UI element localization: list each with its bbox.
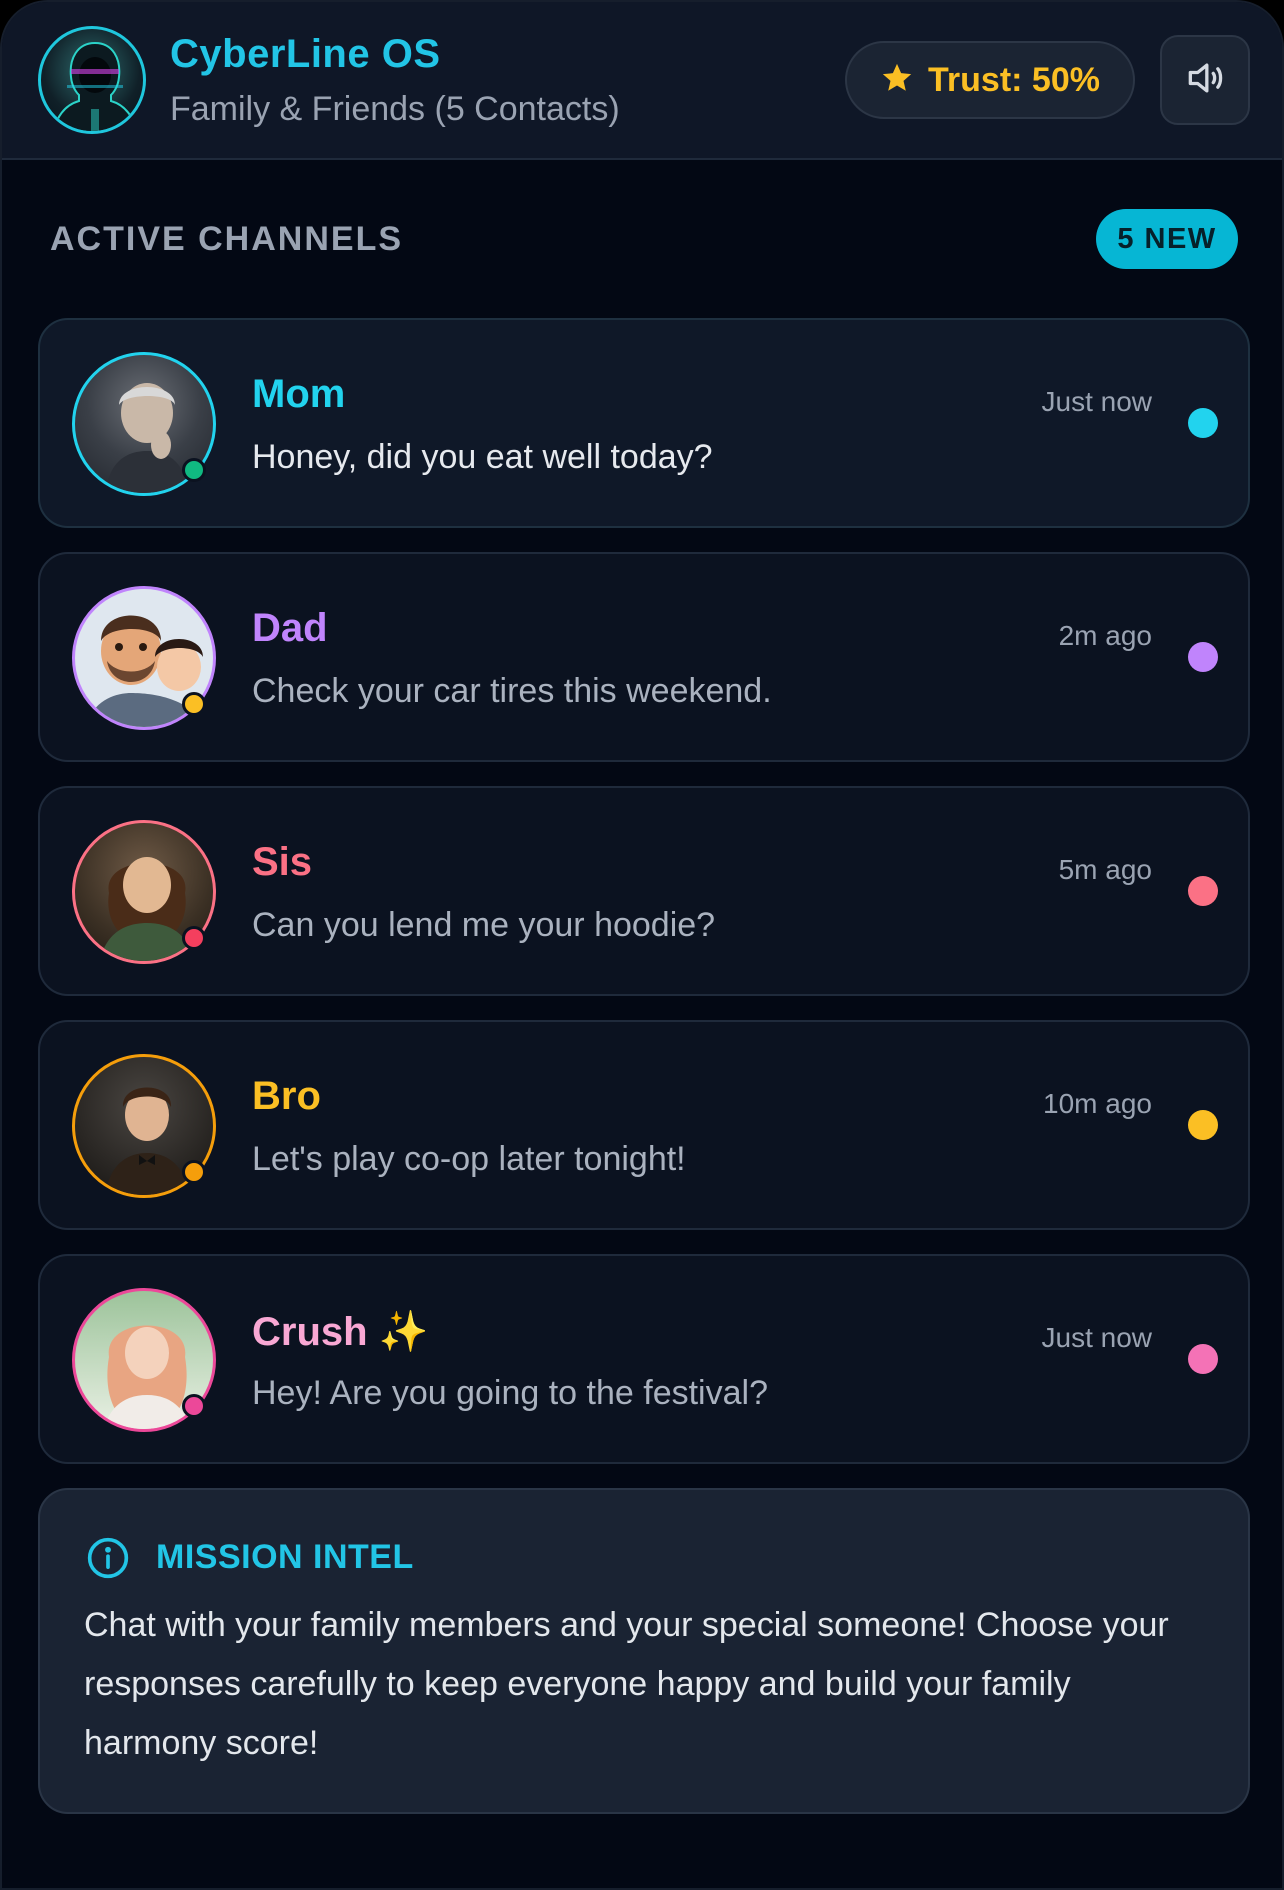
- unread-indicator: [1188, 1110, 1218, 1140]
- star-icon: [880, 61, 914, 100]
- info-icon: [86, 1536, 130, 1585]
- message-preview: Check your car tires this weekend.: [252, 672, 772, 710]
- unread-indicator: [1188, 876, 1218, 906]
- app-title: CyberLine OS: [170, 32, 441, 76]
- sound-toggle-button[interactable]: [1160, 35, 1250, 125]
- message-preview: Honey, did you eat well today?: [252, 438, 713, 476]
- online-status-dot: [182, 1394, 206, 1418]
- contact-name: Mom: [252, 372, 346, 416]
- message-time: 2m ago: [1058, 620, 1152, 651]
- contact-card-mom[interactable]: Mom Honey, did you eat well today? Just …: [38, 318, 1250, 528]
- contact-name: Crush ✨: [252, 1310, 429, 1354]
- speaker-icon: [1183, 56, 1227, 105]
- message-preview: Can you lend me your hoodie?: [252, 906, 716, 944]
- contact-name: Bro: [252, 1074, 321, 1118]
- contact-name: Dad: [252, 606, 328, 650]
- message-preview: Hey! Are you going to the festival?: [252, 1374, 768, 1412]
- contact-card-dad[interactable]: Dad Check your car tires this weekend. 2…: [38, 552, 1250, 762]
- new-count-badge: 5 NEW: [1096, 209, 1238, 269]
- message-preview: Let's play co-op later tonight!: [252, 1140, 686, 1178]
- message-time: 10m ago: [1043, 1088, 1152, 1119]
- online-status-dot: [182, 926, 206, 950]
- message-time: Just now: [1041, 1322, 1153, 1353]
- section-title: ACTIVE CHANNELS: [50, 220, 404, 258]
- contact-card-sis[interactable]: Sis Can you lend me your hoodie? 5m ago: [38, 786, 1250, 996]
- unread-indicator: [1188, 642, 1218, 672]
- contact-name: Sis: [252, 840, 313, 884]
- message-time: Just now: [1041, 386, 1153, 417]
- trust-badge[interactable]: Trust: 50%: [845, 41, 1135, 119]
- online-status-dot: [182, 1160, 206, 1184]
- online-status-dot: [182, 692, 206, 716]
- intel-description: Chat with your family members and your s…: [84, 1606, 1169, 1762]
- trust-label: Trust: 50%: [928, 60, 1100, 99]
- contact-card-crush[interactable]: Crush ✨ Hey! Are you going to the festiv…: [38, 1254, 1250, 1464]
- unread-indicator: [1188, 408, 1218, 438]
- app-header: CyberLine OS Family & Friends (5 Contact…: [2, 2, 1282, 160]
- mission-intel-panel: MISSION INTEL Chat with your family memb…: [38, 1488, 1250, 1814]
- contacts-subtitle: Family & Friends (5 Contacts): [170, 90, 620, 128]
- intel-title: MISSION INTEL: [156, 1538, 414, 1576]
- app-screen: CyberLine OS Family & Friends (5 Contact…: [0, 0, 1284, 1890]
- hacker-avatar-icon[interactable]: [38, 26, 146, 134]
- unread-indicator: [1188, 1344, 1218, 1374]
- message-time: 5m ago: [1058, 854, 1152, 885]
- contact-card-bro[interactable]: Bro Let's play co-op later tonight! 10m …: [38, 1020, 1250, 1230]
- online-status-dot: [182, 458, 206, 482]
